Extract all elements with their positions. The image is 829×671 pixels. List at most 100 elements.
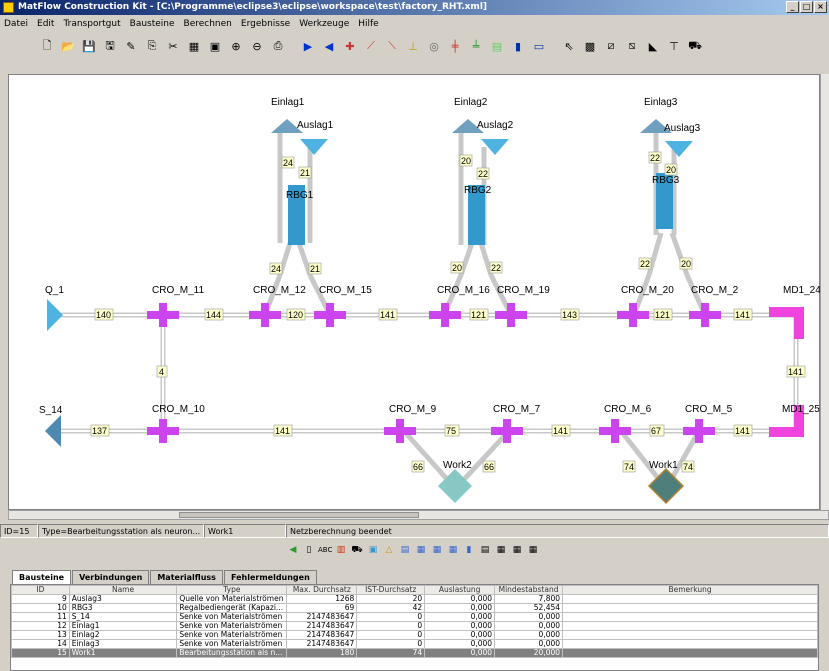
col-header[interactable]: IST-Durchsatz <box>356 585 426 595</box>
table-row[interactable]: 11 S_14 Senke von Materialströmen 214748364… <box>11 612 818 622</box>
copy-icon[interactable]: ⎘ <box>143 37 161 55</box>
menu-hilfe[interactable]: Hilfe <box>358 16 378 32</box>
table-icon[interactable]: ▤ <box>478 543 492 557</box>
cut-icon[interactable]: ✂ <box>164 37 182 55</box>
table-row[interactable]: 13 Einlag2 Senke von Materialströmen 214748… <box>11 630 818 640</box>
cro-m-11-shape[interactable] <box>147 303 179 327</box>
flow-icon[interactable]: ▣ <box>366 543 380 557</box>
md1-24-shape[interactable] <box>769 307 804 339</box>
col-header[interactable]: Mindestabstand <box>494 585 564 595</box>
col-header[interactable]: ID <box>11 585 70 595</box>
tab-verbindungen[interactable]: Verbindungen <box>72 570 150 584</box>
abc-icon[interactable]: ABC <box>318 543 332 557</box>
grid-icon[interactable]: ▦ <box>494 543 508 557</box>
stats3-icon[interactable]: ▦ <box>446 543 460 557</box>
close-button[interactable]: × <box>814 1 827 13</box>
menu-ergebnisse[interactable]: Ergebnisse <box>241 16 290 32</box>
cro-m-15-shape[interactable] <box>314 303 346 327</box>
auslag3-shape[interactable] <box>665 141 693 157</box>
page-icon[interactable]: ▯ <box>302 543 316 557</box>
menu-bausteine[interactable]: Bausteine <box>130 16 175 32</box>
col-header[interactable]: Name <box>68 585 178 595</box>
turntable-icon[interactable]: ◎ <box>425 37 443 55</box>
zoom-in-icon[interactable]: ⊕ <box>227 37 245 55</box>
arrow-right-icon[interactable]: ▶ <box>299 37 317 55</box>
machine-icon[interactable]: ▩ <box>581 37 599 55</box>
scroll-thumb[interactable] <box>179 512 419 518</box>
play-icon[interactable]: ◀ <box>286 543 300 557</box>
auslag1-shape[interactable] <box>300 139 328 155</box>
tab-bausteine[interactable]: Bausteine <box>12 570 72 585</box>
label-cro-m-20: CRO_M_20 <box>621 285 674 296</box>
truck-icon[interactable]: ⛟ <box>686 37 704 55</box>
stats2-icon[interactable]: ▦ <box>430 543 444 557</box>
cro-m-19-shape[interactable] <box>495 303 527 327</box>
svg-text:74: 74 <box>683 462 693 472</box>
minimize-button[interactable]: _ <box>786 1 799 13</box>
pointer-icon[interactable]: ⇖ <box>560 37 578 55</box>
store-icon[interactable]: ▤ <box>488 37 506 55</box>
q1-source-shape[interactable] <box>47 299 63 331</box>
table-row[interactable]: 12 Einlag1 Senke von Materialströmen 214748… <box>11 621 818 631</box>
switch-icon[interactable]: ╪ <box>446 37 464 55</box>
pillar-icon[interactable]: ▮ <box>509 37 527 55</box>
menu-berechnen[interactable]: Berechnen <box>184 16 232 32</box>
menu-edit[interactable]: Edit <box>37 16 54 32</box>
table-row[interactable]: 10 RBG3 Regalbediengerät (Kapazi... 69 42 0,0… <box>11 603 818 613</box>
forklift-icon[interactable]: ⧅ <box>623 37 641 55</box>
report-icon[interactable]: ▤ <box>398 543 412 557</box>
save-icon[interactable]: 💾 <box>80 37 98 55</box>
menu-datei[interactable]: Datei <box>4 16 28 32</box>
s14-sink-shape[interactable] <box>45 415 61 447</box>
edit-icon[interactable]: ✎ <box>122 37 140 55</box>
elements-table[interactable]: ID Name Type Max. Durchsatz IST-Durchsat… <box>10 584 819 671</box>
crane-icon[interactable]: ⊤ <box>665 37 683 55</box>
cro-m-7-shape[interactable] <box>491 419 523 443</box>
triangle-icon[interactable]: △ <box>382 543 396 557</box>
open-folder-icon[interactable]: 📂 <box>59 37 77 55</box>
tab-fehlermeldungen[interactable]: Fehlermeldungen <box>223 570 317 584</box>
bar-icon[interactable]: ▮ <box>462 543 476 557</box>
vehicle-icon[interactable]: ◣ <box>644 37 662 55</box>
new-file-icon[interactable]: 🗋 <box>38 37 56 55</box>
col-header[interactable]: Max. Durchsatz <box>286 585 358 595</box>
merge-icon[interactable]: ╧ <box>467 37 485 55</box>
cro-m-20-shape[interactable] <box>617 303 649 327</box>
print-icon[interactable]: ⎙ <box>269 37 287 55</box>
ramp-icon[interactable]: ⟍ <box>383 37 401 55</box>
chart-icon[interactable]: ▥ <box>334 543 348 557</box>
calculator-icon[interactable]: ▣ <box>206 37 224 55</box>
vertical-scrollbar[interactable] <box>820 74 829 510</box>
cro-m-16-shape[interactable] <box>429 303 461 327</box>
cro-m-5-shape[interactable] <box>683 419 715 443</box>
col-header[interactable]: Auslastung <box>424 585 496 595</box>
loop-icon[interactable]: ▭ <box>530 37 548 55</box>
grid2-icon[interactable]: ▦ <box>510 543 524 557</box>
table-cell: 2147483647 <box>286 621 358 631</box>
maximize-button[interactable]: □ <box>800 1 813 13</box>
tab-materialfluss[interactable]: Materialfluss <box>150 570 223 584</box>
save-as-icon[interactable]: 🖫 <box>101 37 119 55</box>
menu-werkzeuge[interactable]: Werkzeuge <box>299 16 349 32</box>
stats-icon[interactable]: ▦ <box>414 543 428 557</box>
table-row[interactable]: 14 Einlag3 Senke von Materialströmen 214748… <box>11 639 818 649</box>
table-row[interactable]: 9 Auslag3 Quelle von Materialströmen 1268 20… <box>11 594 818 604</box>
network-canvas[interactable]: Einlag1 Auslag1 RBG1 Einlag2 Auslag2 RBG… <box>8 74 821 510</box>
cro-m-2-shape[interactable] <box>689 303 721 327</box>
lift-icon[interactable]: ⊥ <box>404 37 422 55</box>
arrow-left-icon[interactable]: ◀ <box>320 37 338 55</box>
col-header[interactable]: Type <box>176 585 288 595</box>
cro-m-10-shape[interactable] <box>147 419 179 443</box>
conveyor-icon[interactable]: ⟋ <box>362 37 380 55</box>
col-header[interactable]: Bemerkung <box>562 585 818 595</box>
cross-icon[interactable]: ✚ <box>341 37 359 55</box>
belt-icon[interactable]: ⧄ <box>602 37 620 55</box>
zoom-out-icon[interactable]: ⊖ <box>248 37 266 55</box>
menu-transportgut[interactable]: Transportgut <box>63 16 120 32</box>
grid-icon[interactable]: ▦ <box>185 37 203 55</box>
grid3-icon[interactable]: ▦ <box>526 543 540 557</box>
horizontal-scrollbar[interactable] <box>8 510 829 520</box>
table-row[interactable]: 15 Work1 Bearbeitungsstation als n... 180 74… <box>11 648 818 658</box>
vehicle-icon[interactable]: ⛟ <box>350 543 364 557</box>
cro-m-12-shape[interactable] <box>249 303 281 327</box>
